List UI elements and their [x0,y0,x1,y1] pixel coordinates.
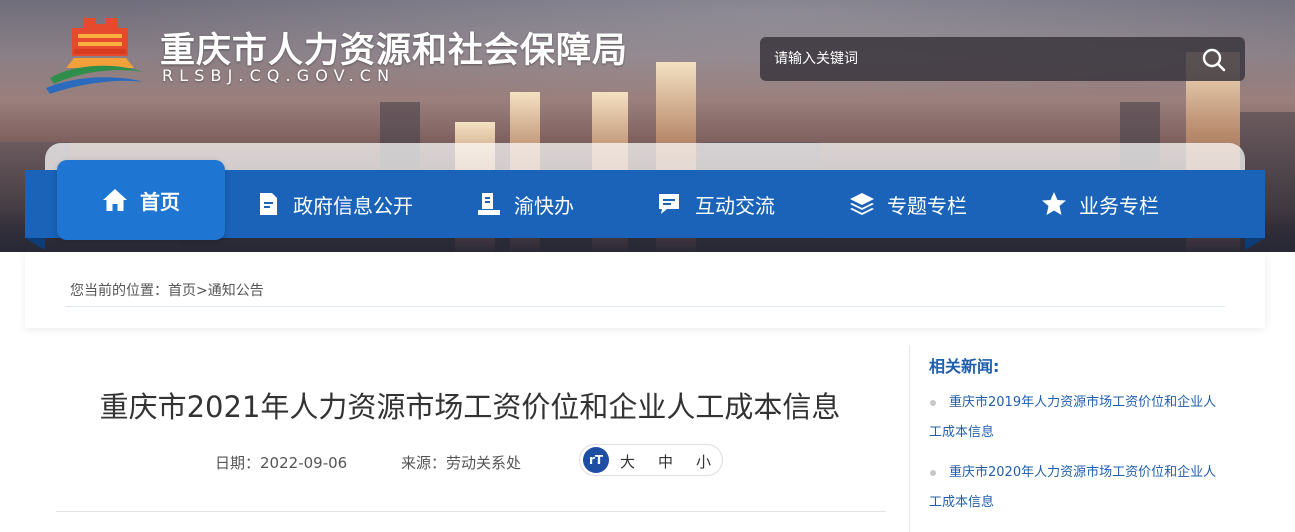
main-nav: 首页 政府信息公开 渝快办 互动交流 专题专栏 业务专栏 [25,160,1265,240]
home-icon [103,189,127,211]
breadcrumb-divider [65,306,1225,307]
related-news-text: 重庆市2020年人力资源市场工资价位和企业人 [949,465,1217,480]
site-domain: RLSBJ.CQ.GOV.CN [162,66,396,85]
nav-backdrop [45,143,1245,173]
nav-item-label: 渝快办 [514,193,574,218]
nav-item-gov-info[interactable]: 政府信息公开 [255,170,413,238]
nav-item-label: 专题专栏 [887,193,967,218]
nav-item-special-topics[interactable]: 专题专栏 [849,170,967,238]
article-divider [56,511,886,512]
related-news-item[interactable]: 重庆市2020年人力资源市场工资价位和企业人 工成本信息 [929,458,1249,518]
nav-item-interaction[interactable]: 互动交流 [657,170,775,238]
document-icon [260,193,277,215]
date-label: 日期： [215,454,261,472]
breadcrumb: 您当前的位置：首页>通知公告 [70,280,264,300]
article-date: 日期：2022-09-06 [215,452,347,473]
government-building-logo [46,18,144,94]
search-icon[interactable] [1201,47,1227,73]
breadcrumb-prefix: 您当前的位置： [70,283,168,299]
related-news-text: 重庆市2019年人力资源市场工资价位和企业人 [949,395,1217,410]
font-size-large-button[interactable]: 大 [620,451,635,472]
related-news-text: 工成本信息 [929,495,995,510]
font-size-small-button[interactable]: 小 [696,451,711,472]
nav-item-label: 首页 [140,189,180,214]
search-input[interactable] [774,37,1174,81]
breadcrumb-home-link[interactable]: 首页 [168,283,196,299]
sidebar-divider [909,345,910,532]
bullet-icon [930,400,936,406]
article-source: 来源：劳动关系处 [401,452,521,473]
chat-icon [659,194,679,214]
nav-item-label: 业务专栏 [1079,193,1159,218]
related-news-item[interactable]: 重庆市2019年人力资源市场工资价位和企业人 工成本信息 [929,388,1249,448]
related-news-title: 相关新闻: [929,357,1000,376]
breadcrumb-notice-link[interactable]: 通知公告 [208,283,264,299]
font-size-switcher: rT 大 中 小 [579,444,723,476]
nav-ribbon-fold-right [1245,238,1265,250]
breadcrumb-panel: 您当前的位置：首页>通知公告 [25,252,1265,328]
star-icon [1042,192,1066,215]
nav-ribbon-fold-left [25,238,45,250]
breadcrumb-separator: > [196,283,208,299]
service-desk-icon [478,193,500,215]
related-news-text: 工成本信息 [929,425,995,440]
nav-item-label: 互动交流 [695,193,775,218]
nav-item-yukuaiban[interactable]: 渝快办 [476,170,574,238]
article-title: 重庆市2021年人力资源市场工资价位和企业人工成本信息 [99,390,841,424]
nav-item-home[interactable]: 首页 [57,160,225,240]
source-value: 劳动关系处 [446,454,522,472]
nav-item-label: 政府信息公开 [293,193,413,218]
source-label: 来源： [401,454,447,472]
font-size-medium-button[interactable]: 中 [658,451,673,472]
nav-item-business[interactable]: 业务专栏 [1041,170,1159,238]
bullet-icon [930,470,936,476]
layers-icon [850,193,874,215]
font-size-icon: rT [583,447,609,473]
date-value: 2022-09-06 [260,454,348,472]
search-box [760,37,1245,81]
